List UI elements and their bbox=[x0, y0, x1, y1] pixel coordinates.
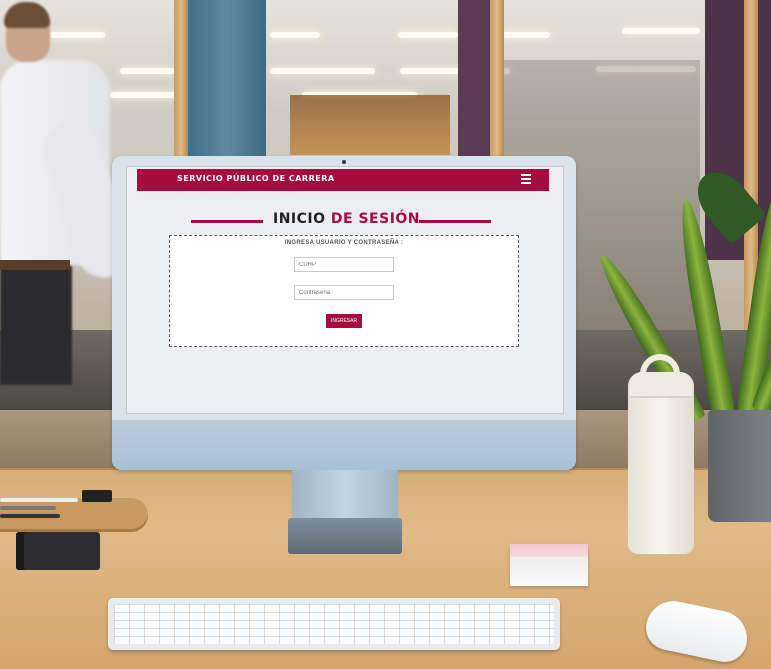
monitor-screen: SERVICIO PÚBLICO DE CARRERA INICIO DE SE… bbox=[126, 166, 564, 414]
keyboard bbox=[108, 598, 560, 650]
pen bbox=[0, 506, 56, 510]
ceiling-light bbox=[110, 92, 180, 98]
keyboard-keys bbox=[114, 604, 554, 644]
ceiling-light bbox=[270, 68, 375, 74]
monitor-chin bbox=[112, 420, 576, 470]
page-title: INICIO DE SESIÓN bbox=[191, 211, 491, 229]
hamburger-menu-icon[interactable] bbox=[521, 174, 531, 184]
login-form: INGRESA USUARIO Y CONTRASEÑA : INGRESAR bbox=[169, 235, 519, 347]
pen bbox=[0, 514, 60, 518]
office-photo: SERVICIO PÚBLICO DE CARRERA INICIO DE SE… bbox=[0, 0, 771, 669]
curp-input[interactable] bbox=[294, 257, 394, 272]
title-part2: DE SESIÓN bbox=[330, 211, 421, 227]
person-belt bbox=[0, 260, 70, 270]
ceiling-light bbox=[398, 32, 458, 38]
wood-shelf bbox=[290, 95, 450, 155]
title-line-right bbox=[419, 220, 491, 223]
login-button[interactable]: INGRESAR bbox=[326, 314, 362, 328]
plant-pot bbox=[708, 410, 771, 522]
monitor-stand-base bbox=[288, 518, 402, 554]
title-line-left bbox=[191, 220, 263, 223]
pen bbox=[0, 498, 78, 502]
ceiling-light bbox=[502, 32, 550, 38]
bottle-cap bbox=[630, 372, 692, 398]
login-instructions: INGRESA USUARIO Y CONTRASEÑA : bbox=[284, 240, 404, 246]
purple-panel bbox=[458, 0, 494, 160]
ceiling-light bbox=[120, 68, 175, 74]
title-part1: INICIO bbox=[273, 211, 326, 227]
blue-pillar bbox=[188, 0, 266, 170]
sticky-notes bbox=[510, 544, 588, 586]
ceiling-light bbox=[270, 32, 320, 38]
ceiling-light bbox=[622, 28, 700, 34]
title-text: INICIO DE SESIÓN bbox=[273, 211, 420, 227]
camera-icon bbox=[342, 160, 346, 164]
password-input[interactable] bbox=[294, 285, 394, 300]
site-header: SERVICIO PÚBLICO DE CARRERA bbox=[137, 169, 549, 191]
binder-clip bbox=[82, 490, 112, 502]
person-pants bbox=[0, 265, 72, 385]
water-bottle bbox=[628, 372, 694, 554]
ceiling-light bbox=[50, 32, 105, 38]
site-brand: SERVICIO PÚBLICO DE CARRERA bbox=[177, 174, 335, 183]
notebook bbox=[16, 532, 100, 570]
